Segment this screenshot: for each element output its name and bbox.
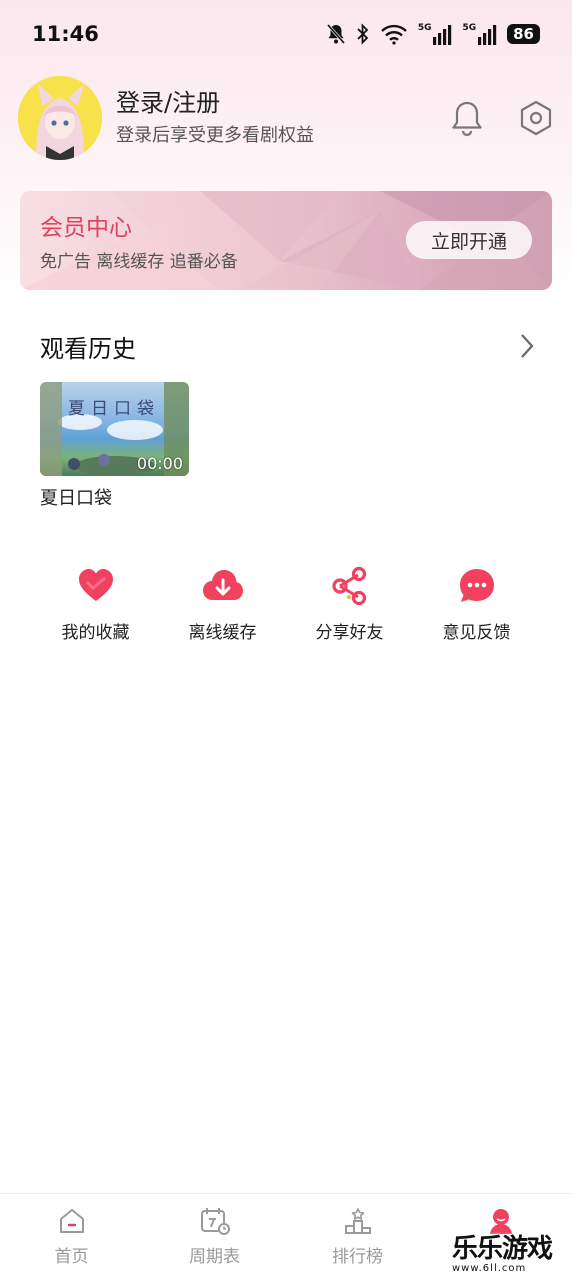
history-item-title[interactable]: 夏日口袋: [40, 484, 190, 510]
battery-indicator: 86: [507, 24, 540, 44]
open-membership-button[interactable]: 立即开通: [406, 221, 532, 259]
nav-ranking[interactable]: 排行榜: [286, 1194, 429, 1279]
history-item[interactable]: 夏日口袋 00:00 夏日口袋: [40, 382, 190, 510]
status-time: 11:46: [32, 22, 99, 46]
watermark-text: 乐乐游戏: [452, 1234, 553, 1264]
member-center-card[interactable]: 会员中心 免广告 离线缓存 追番必备 立即开通: [20, 191, 552, 290]
cloud-download-icon: [202, 570, 243, 600]
signal-bars-icon: [478, 24, 497, 45]
nav-schedule[interactable]: 周期表: [143, 1194, 286, 1279]
profile-text[interactable]: 登录/注册 登录后享受更多看剧权益: [116, 87, 314, 149]
nav-label: 排行榜: [332, 1247, 383, 1267]
quick-action-label: 我的收藏: [61, 623, 130, 643]
avatar-image: [18, 76, 102, 160]
nav-home[interactable]: 首页: [0, 1194, 143, 1279]
quick-action-share[interactable]: 分享好友: [286, 566, 413, 646]
quick-action-feedback[interactable]: 意见反馈: [413, 566, 540, 646]
quick-action-label: 分享好友: [315, 623, 384, 643]
quick-action-label: 离线缓存: [188, 623, 257, 643]
calendar-icon: [200, 1208, 230, 1235]
history-progress-time: 00:00: [136, 454, 183, 473]
login-register-title[interactable]: 登录/注册: [116, 87, 314, 119]
chat-feedback-icon: [459, 569, 494, 602]
network-label-2: 5G: [462, 22, 477, 33]
quick-action-label: 意见反馈: [442, 623, 511, 643]
member-title: 会员中心: [40, 215, 132, 241]
mute-bell-icon: [326, 24, 345, 44]
bluetooth-icon: [357, 23, 369, 45]
signal-bars-icon: [433, 24, 452, 45]
settings-icon[interactable]: [518, 99, 554, 137]
quick-action-offline-cache[interactable]: 离线缓存: [159, 566, 286, 646]
status-bar: 11:46 5G 5G 86: [0, 0, 572, 68]
wifi-icon: [380, 24, 407, 45]
watermark-url: www.6ll.com: [452, 1263, 527, 1274]
avatar[interactable]: [18, 76, 102, 160]
chevron-right-icon[interactable]: [520, 333, 534, 359]
history-thumbnail[interactable]: 夏日口袋 00:00: [40, 382, 189, 476]
quick-actions: 我的收藏 离线缓存 分享好友 意见反馈: [32, 566, 540, 646]
thumbnail-title: 夏日口袋: [68, 399, 160, 419]
history-header[interactable]: 观看历史: [40, 328, 534, 364]
nav-label: 首页: [54, 1247, 89, 1267]
signal-1: 5G: [417, 22, 453, 45]
login-benefit-subtitle: 登录后享受更多看剧权益: [116, 125, 314, 146]
watermark: 乐乐游戏 www.6ll.com: [452, 1228, 570, 1278]
history-title: 观看历史: [40, 334, 136, 363]
nav-label: 周期表: [189, 1247, 240, 1267]
home-icon: [59, 1209, 84, 1233]
network-label-1: 5G: [417, 22, 432, 33]
heart-icon: [78, 569, 113, 601]
quick-action-favorites[interactable]: 我的收藏: [32, 566, 159, 646]
signal-2: 5G: [462, 22, 497, 45]
member-subtitle: 免广告 离线缓存 追番必备: [40, 252, 238, 272]
status-icons: 5G 5G 86: [326, 23, 540, 45]
share-icon: [331, 566, 366, 606]
profile-header: 登录/注册 登录后享受更多看剧权益: [18, 76, 554, 160]
bell-icon[interactable]: [450, 99, 484, 137]
podium-icon: [344, 1208, 371, 1234]
header-actions: [450, 99, 554, 137]
